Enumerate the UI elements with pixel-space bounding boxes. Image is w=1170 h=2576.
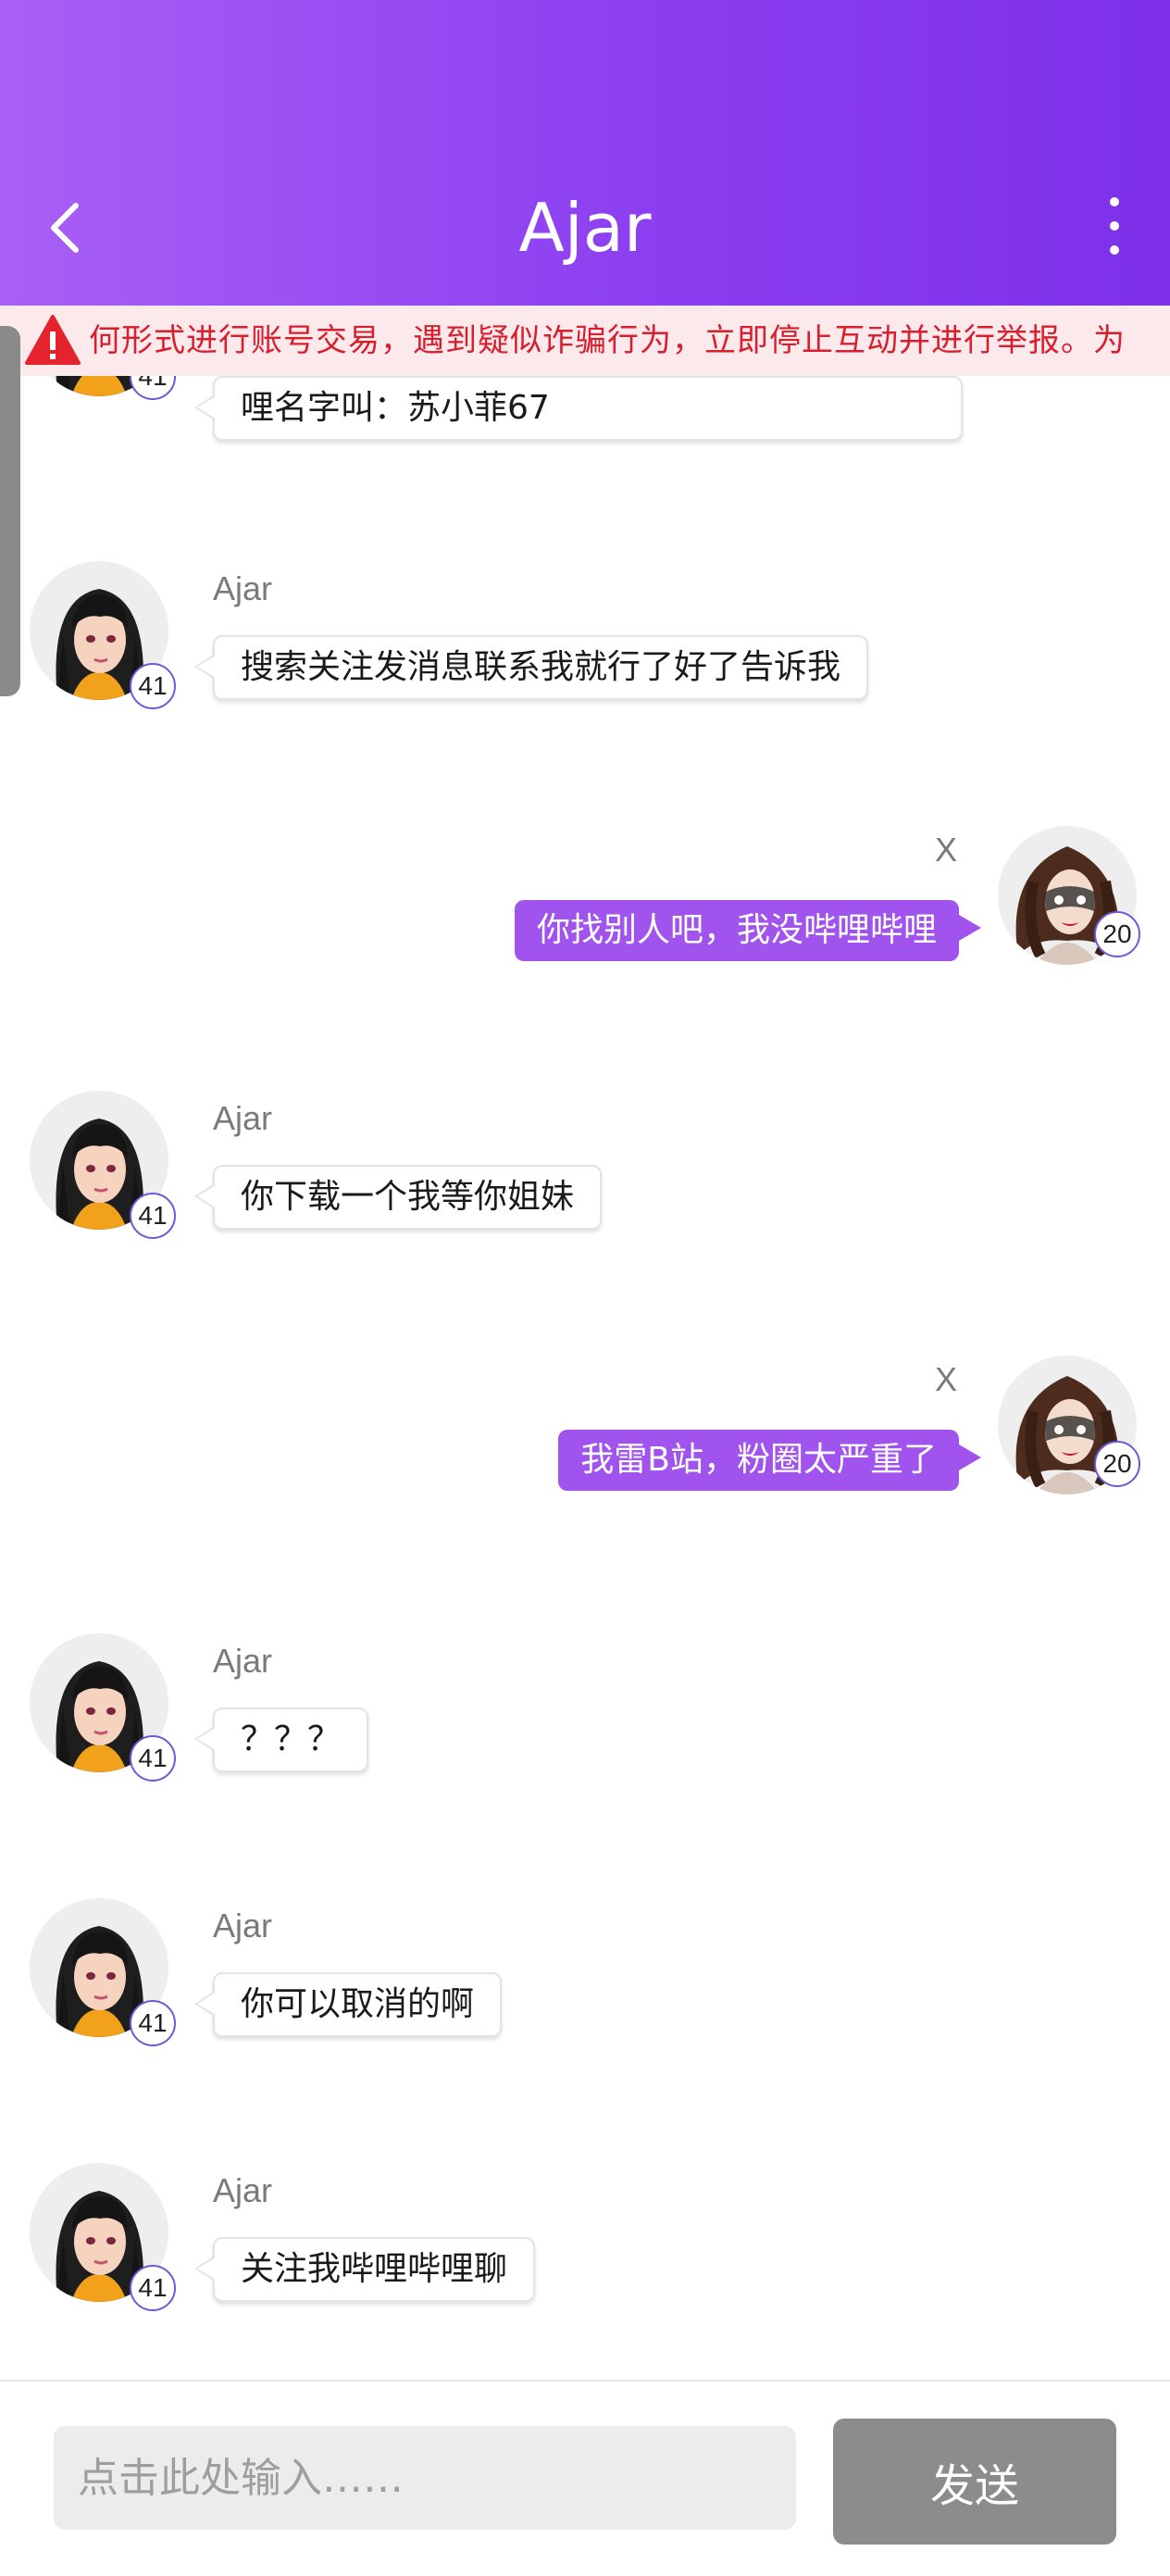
sender-name: Ajar (213, 569, 273, 607)
send-button[interactable]: 发送 (833, 2419, 1116, 2545)
message-bubble[interactable]: 我雷B站，粉圈太严重了 (558, 1430, 981, 1491)
sender-name: Ajar (213, 1907, 273, 1945)
message-bubble[interactable]: 搜索关注发消息联系我就行了好了告诉我 (193, 635, 869, 700)
level-badge: 41 (130, 1735, 176, 1782)
level-badge: 41 (130, 2000, 176, 2046)
scam-warning-banner: 何形式进行账号交易，遇到疑似诈骗行为，立即停止互动并进行举报。为 (0, 306, 1170, 376)
sender-name: X (935, 1360, 958, 1398)
message-input[interactable] (54, 2426, 796, 2530)
chat-header: Ajar (0, 0, 1170, 306)
avatar[interactable]: 20 (998, 826, 1146, 974)
message-bubble[interactable]: 哩名字叫：苏小菲67 (194, 376, 963, 441)
message-bubble[interactable]: 你下载一个我等你姐妹 (193, 1165, 603, 1230)
message-bubble[interactable]: 你可以取消的啊 (193, 1972, 503, 2037)
level-badge: 41 (130, 663, 176, 709)
avatar[interactable]: 20 (998, 1356, 1146, 1504)
sender-name: X (935, 831, 958, 869)
avatar[interactable]: 41 (30, 1091, 178, 1239)
page-title: Ajar (518, 189, 652, 267)
level-badge: 20 (1094, 911, 1140, 957)
sender-name: Ajar (213, 1099, 273, 1137)
warning-triangle-icon (25, 315, 81, 365)
sender-name: Ajar (213, 2171, 273, 2209)
level-badge: 41 (130, 2265, 176, 2311)
level-badge: 20 (1094, 1441, 1140, 1487)
level-badge: 41 (130, 376, 176, 400)
message-bubble[interactable]: 关注我哔哩哔哩聊 (193, 2237, 536, 2302)
message-list[interactable]: 41 哩名字叫：苏小菲67 41 Ajar 搜索关注发消息联系我就行了好了告诉我… (0, 376, 1170, 2380)
more-options-button[interactable] (1087, 190, 1142, 264)
sender-name: Ajar (213, 1642, 273, 1680)
message-bubble[interactable]: 你找别人吧，我没哔哩哔哩 (514, 900, 982, 961)
message-bubble[interactable]: ？？？ (193, 1707, 369, 1772)
avatar[interactable]: 41 (30, 376, 178, 406)
warning-text: 何形式进行账号交易，遇到疑似诈骗行为，立即停止互动并进行举报。为 (89, 322, 1126, 359)
avatar[interactable]: 41 (30, 1633, 178, 1782)
level-badge: 41 (130, 1193, 176, 1239)
composer-bar: 发送 (0, 2380, 1170, 2576)
avatar[interactable]: 41 (30, 561, 178, 709)
avatar[interactable]: 41 (30, 2163, 178, 2311)
avatar[interactable]: 41 (30, 1898, 178, 2046)
